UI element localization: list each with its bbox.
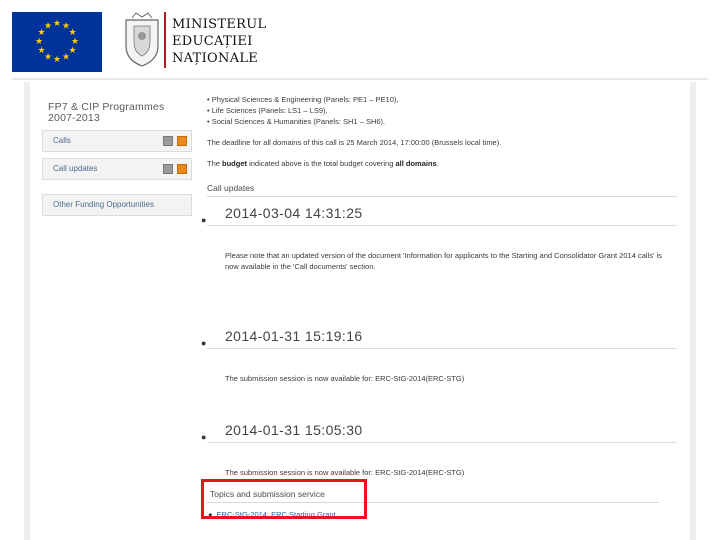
bullet-icon: ● <box>201 338 207 348</box>
update-date: 2014-03-04 14:31:25 <box>225 205 363 221</box>
update-text: The submission session is now available … <box>225 374 465 383</box>
svg-text:★: ★ <box>44 22 52 32</box>
budget-bold-budget: budget <box>222 159 248 168</box>
budget-prefix: The <box>207 159 223 168</box>
subscribe-icon[interactable] <box>163 136 173 146</box>
domain-list: • Physical Sciences & Engineering (Panel… <box>207 94 677 127</box>
rss-icon[interactable] <box>177 136 187 146</box>
ministry-name: MINISTERUL EDUCAȚIEI NAȚIONALE <box>172 16 266 67</box>
sidebar-item-calls[interactable]: Calls <box>42 130 192 152</box>
update-entry: ● 2014-03-04 14:31:25 <box>201 205 677 226</box>
call-content: • Physical Sciences & Engineering (Panel… <box>201 94 677 478</box>
svg-text:★: ★ <box>62 53 70 63</box>
eu-flag-logo: ★ ★ ★ ★ ★ ★ ★ ★ ★ ★ ★ ★ <box>12 12 102 72</box>
update-entry: ● 2014-01-31 15:19:16 <box>201 328 677 349</box>
header-divider <box>12 78 708 80</box>
sidebar-item-label[interactable]: Other Funding Opportunities <box>53 200 154 209</box>
svg-text:★: ★ <box>53 19 61 29</box>
update-date: 2014-01-31 15:05:30 <box>225 422 363 438</box>
svg-text:★: ★ <box>35 37 43 47</box>
update-date: 2014-01-31 15:19:16 <box>225 328 363 344</box>
budget-middle: indicated above is the total budget cove… <box>247 159 396 168</box>
sidebar-item-other-funding[interactable]: Other Funding Opportunities <box>42 194 192 216</box>
bullet-icon: ● <box>201 432 207 442</box>
highlight-box <box>201 479 367 519</box>
left-sidebar: FP7 & CIP Programmes 2007-2013 Calls Cal… <box>42 82 192 216</box>
call-page: FP7 & CIP Programmes 2007-2013 Calls Cal… <box>30 82 690 540</box>
update-text: The submission session is now available … <box>225 468 465 477</box>
svg-text:★: ★ <box>53 55 61 65</box>
programmes-title-line-2: 2007-2013 <box>48 112 101 124</box>
deadline-text: The deadline for all domains of this cal… <box>207 138 502 147</box>
subscribe-icon[interactable] <box>163 164 173 174</box>
ministry-divider <box>164 12 166 68</box>
browser-screenshot: FP7 & CIP Programmes 2007-2013 Calls Cal… <box>24 82 696 540</box>
ministry-coat-of-arms-logo <box>120 12 164 70</box>
domain-item: • Social Sciences & Humanities (Panels: … <box>207 117 386 126</box>
ministry-line-3: NAȚIONALE <box>172 51 259 66</box>
ministry-line-1: MINISTERUL <box>172 17 267 32</box>
sidebar-item-call-updates[interactable]: Call updates <box>42 158 192 180</box>
ministry-line-2: EDUCAȚIEI <box>172 34 253 49</box>
bullet-icon: ● <box>201 215 207 225</box>
svg-text:★: ★ <box>37 46 45 56</box>
budget-bold-all-domains: all domains <box>395 159 437 168</box>
domain-item: • Life Sciences (Panels: LS1 – LS9), <box>207 106 328 115</box>
budget-text: The budget indicated above is the total … <box>207 158 677 169</box>
call-updates-heading: Call updates <box>207 183 677 197</box>
budget-suffix: . <box>436 159 439 168</box>
sidebar-item-label[interactable]: Call updates <box>53 164 97 173</box>
sidebar-item-label[interactable]: Calls <box>53 136 71 145</box>
update-text: Please note that an updated version of t… <box>225 251 662 271</box>
programmes-title: FP7 & CIP Programmes 2007-2013 <box>48 102 192 124</box>
rss-icon[interactable] <box>177 164 187 174</box>
domain-item: • Physical Sciences & Engineering (Panel… <box>207 95 399 104</box>
update-entry: ● 2014-01-31 15:05:30 <box>201 422 677 443</box>
